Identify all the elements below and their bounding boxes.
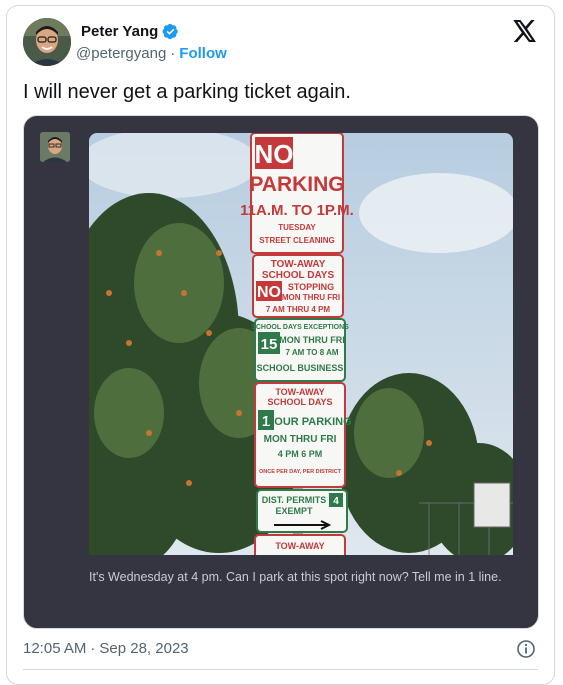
author-handle-row: @petergyang · Follow [76,45,227,62]
sign6-line1: TOW-AWAY [275,541,324,551]
tweet-media-card[interactable]: NO PARKING 11A.M. TO 1P.M. TUESDAY STREE… [23,115,539,629]
sign-school-exceptions: SCHOOL DAYS EXCEPTIONS 15 MON THRU FRI 7… [251,318,349,382]
timestamp-separator: · [90,640,96,657]
verified-badge-icon [162,23,179,40]
sign3-line3: MON THRU FRI [279,335,345,345]
follow-button[interactable]: Follow [179,45,227,62]
sign3-line4: 7 AM TO 8 AM [285,348,338,357]
sign4-line5: MON THRU FRI [264,434,337,445]
sign5-line3: EXEMPT [275,506,313,516]
sign1-line2: PARKING [249,173,344,196]
sign2-line5: MON THRU FRI [282,293,340,302]
sign2-line1: TOW-AWAY [271,259,326,270]
author-name[interactable]: Peter Yang [81,23,158,40]
sign4-line2: SCHOOL DAYS [267,397,332,407]
sign2-line4: STOPPING [288,282,334,292]
tweet-text: I will never get a parking ticket again. [23,81,351,103]
sign1-line1: NO [255,139,294,169]
sign4-line6: 4 PM 6 PM [278,449,323,459]
sign2-line6: 7 AM THRU 4 PM [266,305,330,314]
sign-one-hour-parking: TOW-AWAY SCHOOL DAYS 1 HOUR PARKING MON … [254,382,352,488]
tweet-card: Peter Yang @petergyang · Follow I will n… [6,5,555,685]
sign2-line2: SCHOOL DAYS [262,270,335,281]
sign4-line4: HOUR PARKING [266,416,351,428]
sign2-line3: NO [257,284,281,301]
sign-permits-exempt: DIST. PERMITS 4 EXEMPT [256,489,348,533]
sign-no-parking: NO PARKING 11A.M. TO 1P.M. TUESDAY STREE… [240,133,354,254]
sign1-line3: 11A.M. TO 1P.M. [240,202,354,219]
tweet-time: 12:05 AM [23,640,87,657]
sign-no-stopping: TOW-AWAY SCHOOL DAYS NO STOPPING MON THR… [252,254,344,318]
author-name-row: Peter Yang [81,23,179,40]
chat-user-avatar [40,132,70,162]
sign5-line1: DIST. PERMITS [262,495,327,505]
sign1-line5: STREET CLEANING [259,236,335,245]
separator-dot: · [170,45,176,62]
sign3-line1: SCHOOL DAYS EXCEPTIONS [251,324,349,331]
info-icon[interactable] [516,639,536,659]
author-handle[interactable]: @petergyang [76,45,166,62]
author-avatar[interactable] [23,18,71,66]
x-logo-icon[interactable] [513,20,537,42]
sign4-line7: ONCE PER DAY, PER DISTRICT [259,469,342,475]
chat-prompt-text: It's Wednesday at 4 pm. Can I park at th… [89,570,502,584]
sign4-line1: TOW-AWAY [275,387,324,397]
sign-tow-away-bottom: TOW-AWAY [254,534,346,555]
sign3-line2: 15 [261,336,278,353]
tweet-timestamp[interactable]: 12:05 AM · Sep 28, 2023 [23,640,189,657]
sign3-line5: SCHOOL BUSINESS [257,363,344,373]
parking-signs-photo: NO PARKING 11A.M. TO 1P.M. TUESDAY STREE… [89,133,513,555]
tweet-date: Sep 28, 2023 [99,640,189,657]
footer-divider [23,669,538,670]
sign1-line4: TUESDAY [278,223,316,232]
sign5-line2: 4 [333,496,339,507]
